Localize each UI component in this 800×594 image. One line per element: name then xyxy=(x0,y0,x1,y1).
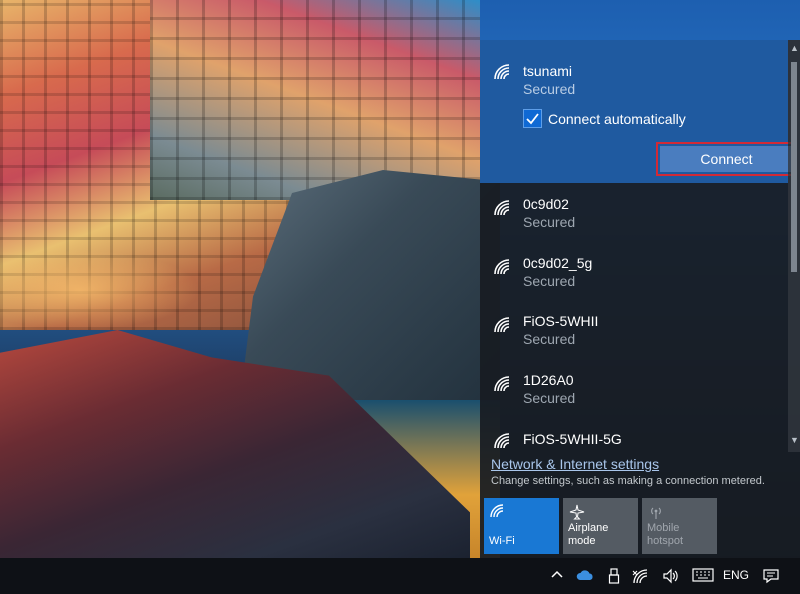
network-settings-description: Change settings, such as making a connec… xyxy=(491,475,765,487)
volume-icon[interactable] xyxy=(662,568,680,584)
wallpaper-houses-upper xyxy=(150,0,480,200)
wifi-icon xyxy=(490,504,506,520)
mobile-hotspot-icon xyxy=(648,504,664,520)
network-status: Secured xyxy=(523,273,576,289)
network-flyout: tsunami Secured Connect automatically Co… xyxy=(480,40,800,558)
scroll-up-arrow-icon[interactable]: ▲ xyxy=(790,44,799,53)
airplane-mode-quick-action-tile[interactable]: Airplane mode xyxy=(563,498,638,554)
network-name: tsunami xyxy=(523,63,573,79)
network-name: 1D26A0 xyxy=(523,372,574,388)
mobile-hotspot-label-line2: hotspot xyxy=(647,535,684,547)
connect-automatically-checkbox[interactable] xyxy=(523,109,542,128)
network-name: 0c9d02_5g xyxy=(523,255,593,271)
network-list-item[interactable]: 0c9d02 Secured xyxy=(480,186,788,244)
mobile-hotspot-tile-label: Mobile hotspot xyxy=(647,522,683,548)
network-status: Secured xyxy=(523,214,576,230)
wifi-signal-icon xyxy=(493,259,513,275)
wallpaper-lights xyxy=(0,250,200,330)
wifi-tray-icon[interactable] xyxy=(632,568,650,584)
network-list-item[interactable]: FiOS-5WHII-5G xyxy=(480,421,788,451)
connect-button[interactable]: Connect xyxy=(656,142,797,176)
network-name: FiOS-5WHII-5G xyxy=(523,431,622,447)
wifi-signal-icon xyxy=(493,317,513,333)
wifi-signal-icon xyxy=(493,64,513,80)
network-list-scrollbar[interactable]: ▲ ▼ xyxy=(788,40,800,452)
airplane-mode-tile-label: Airplane mode xyxy=(568,522,609,547)
onedrive-cloud-icon[interactable] xyxy=(576,568,594,584)
network-name: 0c9d02 xyxy=(523,196,569,212)
scroll-thumb[interactable] xyxy=(791,62,797,272)
wifi-signal-icon xyxy=(493,200,513,216)
input-language-indicator[interactable]: ENG xyxy=(723,568,749,582)
usb-device-icon[interactable] xyxy=(605,568,623,584)
wifi-signal-icon xyxy=(493,433,513,449)
checkmark-icon xyxy=(526,113,539,125)
show-hidden-icons-chevron-icon[interactable] xyxy=(548,568,566,584)
wifi-tile-label: Wi-Fi xyxy=(489,535,515,547)
network-status: Secured xyxy=(523,81,576,97)
selected-network-item[interactable]: tsunami Secured Connect automatically Co… xyxy=(480,40,797,183)
mobile-hotspot-label-line1: Mobile xyxy=(647,522,680,534)
connect-automatically-label[interactable]: Connect automatically xyxy=(548,111,686,127)
scroll-down-arrow-icon[interactable]: ▼ xyxy=(790,436,799,445)
network-settings-link[interactable]: Network & Internet settings xyxy=(491,456,659,472)
network-list-item[interactable]: 1D26A0 Secured xyxy=(480,362,788,420)
network-status: Secured xyxy=(523,331,576,347)
network-name: FiOS-5WHII xyxy=(523,313,599,329)
action-center-notification-icon[interactable] xyxy=(762,568,780,584)
network-status: Secured xyxy=(523,390,576,406)
taskbar: ENG xyxy=(0,558,800,594)
mobile-hotspot-quick-action-tile[interactable]: Mobile hotspot xyxy=(642,498,717,554)
connect-button-label: Connect xyxy=(660,146,793,172)
wifi-quick-action-tile[interactable]: Wi-Fi xyxy=(484,498,559,554)
network-list-item[interactable]: FiOS-5WHII Secured xyxy=(480,303,788,361)
airplane-icon xyxy=(569,504,585,520)
touch-keyboard-icon[interactable] xyxy=(692,568,714,584)
wifi-signal-icon xyxy=(493,376,513,392)
network-list-item[interactable]: 0c9d02_5g Secured xyxy=(480,245,788,303)
